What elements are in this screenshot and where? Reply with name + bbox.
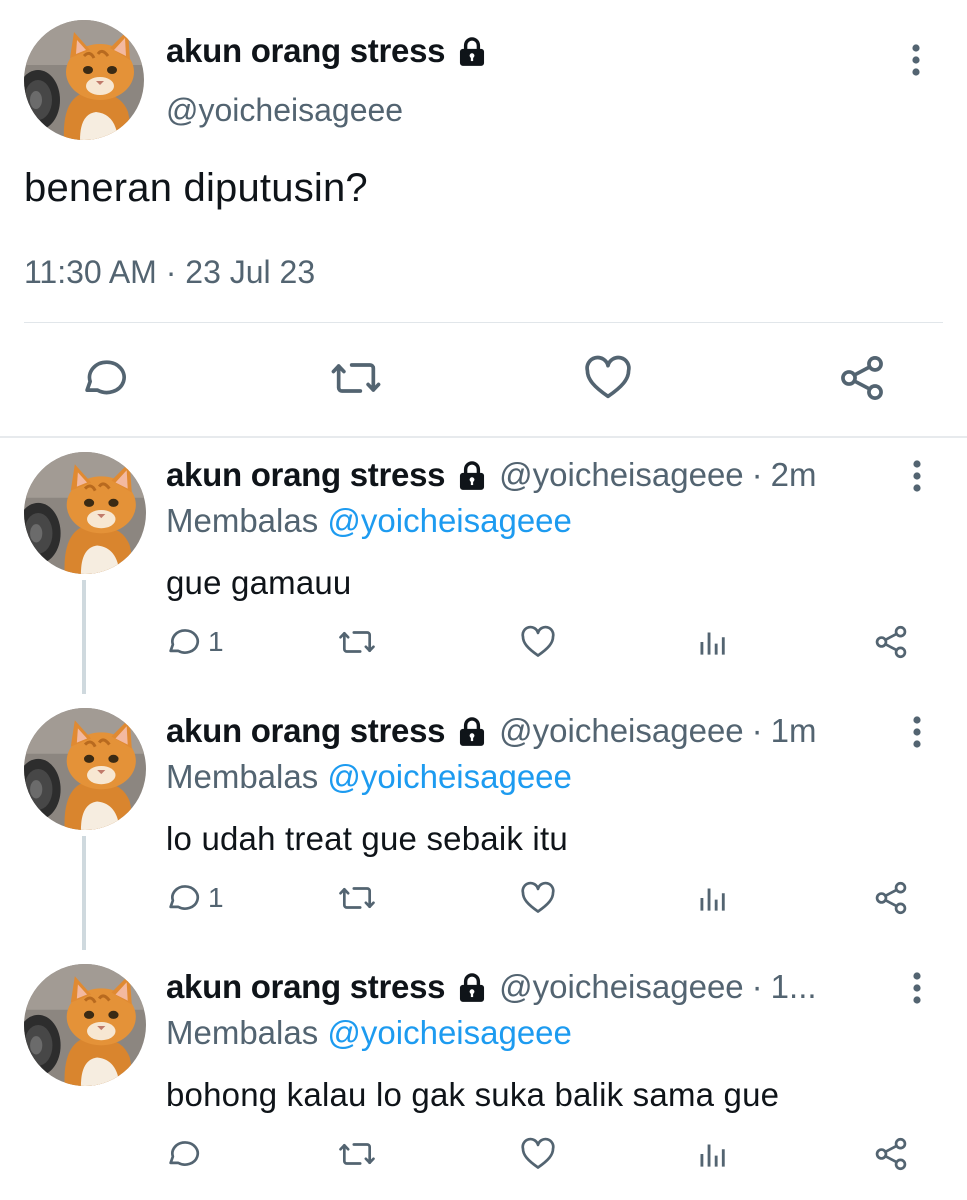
- retweet-icon: [338, 879, 376, 917]
- divider: [24, 322, 943, 323]
- display-name[interactable]: akun orang stress: [166, 456, 445, 494]
- replying-to-handle[interactable]: @yoicheisageee: [327, 758, 572, 795]
- replying-to-handle[interactable]: @yoicheisageee: [327, 1014, 572, 1051]
- reply-time[interactable]: 1...: [771, 968, 817, 1006]
- author-handle[interactable]: @yoicheisageee: [499, 456, 744, 494]
- tweet-text: beneran diputusin?: [24, 166, 368, 210]
- replying-prefix: Membalas: [166, 502, 319, 539]
- share-icon: [872, 1135, 910, 1173]
- views-button[interactable]: [694, 1134, 732, 1174]
- share-icon: [872, 879, 910, 917]
- share-icon[interactable]: [836, 352, 888, 404]
- share-icon: [872, 623, 910, 661]
- retweet-icon: [338, 623, 376, 661]
- thread-line: [82, 580, 86, 694]
- stats-icon: [694, 623, 732, 661]
- retweet-icon[interactable]: [330, 352, 382, 404]
- replying-prefix: Membalas: [166, 758, 319, 795]
- time-separator: ·: [751, 712, 763, 749]
- display-name[interactable]: akun orang stress: [166, 968, 445, 1006]
- like-icon[interactable]: [582, 352, 634, 404]
- cat-avatar-image: [24, 708, 146, 830]
- reply-icon: [164, 879, 202, 917]
- thread-line: [82, 836, 86, 950]
- stats-icon: [694, 879, 732, 917]
- time-separator: ·: [751, 456, 763, 493]
- replying-prefix: Membalas: [166, 1014, 319, 1051]
- reply-text: lo udah treat gue sebaik itu: [166, 820, 568, 857]
- lock-icon: [455, 970, 489, 1004]
- like-button[interactable]: [519, 622, 557, 662]
- reply-icon: [164, 1135, 202, 1173]
- cat-avatar-image: [24, 452, 146, 574]
- author-handle[interactable]: @yoicheisageee: [499, 712, 744, 750]
- cat-avatar-image: [24, 964, 146, 1086]
- reply-button[interactable]: 1: [164, 878, 224, 918]
- retweet-icon: [338, 1135, 376, 1173]
- reply-count: 1: [208, 882, 224, 913]
- share-button[interactable]: [872, 878, 910, 918]
- more-icon[interactable]: [906, 714, 928, 750]
- more-icon[interactable]: [906, 458, 928, 494]
- tweet-timestamp[interactable]: 11:30 AM · 23 Jul 23: [24, 254, 315, 291]
- replying-to-handle[interactable]: @yoicheisageee: [327, 502, 572, 539]
- reply-header: akun orang stress @yoicheisageee · 2m: [166, 456, 817, 494]
- lock-icon: [455, 34, 489, 68]
- like-icon: [519, 1135, 557, 1173]
- display-name[interactable]: akun orang stress: [166, 712, 445, 750]
- retweet-button[interactable]: [338, 622, 376, 662]
- reply-time[interactable]: 2m: [771, 456, 817, 494]
- lock-icon: [455, 714, 489, 748]
- reply-header: akun orang stress @yoicheisageee · 1...: [166, 968, 817, 1006]
- reply-text: bohong kalau lo gak suka balik sama gue: [166, 1076, 780, 1113]
- author-name[interactable]: akun orang stress: [166, 32, 489, 70]
- stats-icon: [694, 1135, 732, 1173]
- avatar[interactable]: [24, 708, 146, 830]
- more-icon[interactable]: [905, 42, 927, 78]
- share-button[interactable]: [872, 1134, 910, 1174]
- views-button[interactable]: [694, 622, 732, 662]
- reply-tweet[interactable]: akun orang stress @yoicheisageee · 1... …: [0, 950, 967, 1200]
- time-separator: ·: [751, 968, 763, 1005]
- like-button[interactable]: [519, 1134, 557, 1174]
- like-icon: [519, 879, 557, 917]
- like-button[interactable]: [519, 878, 557, 918]
- author-handle[interactable]: @yoicheisageee: [166, 92, 403, 129]
- avatar[interactable]: [24, 964, 146, 1086]
- retweet-button[interactable]: [338, 878, 376, 918]
- like-icon: [519, 623, 557, 661]
- retweet-button[interactable]: [338, 1134, 376, 1174]
- reply-tweet[interactable]: akun orang stress @yoicheisageee · 1m Me…: [0, 694, 967, 950]
- avatar[interactable]: [24, 20, 144, 140]
- reply-icon: [164, 623, 202, 661]
- main-tweet: akun orang stress @yoicheisageee beneran…: [0, 0, 967, 436]
- reply-header: akun orang stress @yoicheisageee · 1m: [166, 712, 817, 750]
- reply-button[interactable]: 1: [164, 622, 224, 662]
- share-button[interactable]: [872, 622, 910, 662]
- reply-time[interactable]: 1m: [771, 712, 817, 750]
- replying-to: Membalas @yoicheisageee: [166, 502, 572, 540]
- avatar[interactable]: [24, 452, 146, 574]
- views-button[interactable]: [694, 878, 732, 918]
- reply-count: 1: [208, 626, 224, 657]
- replying-to: Membalas @yoicheisageee: [166, 1014, 572, 1052]
- display-name: akun orang stress: [166, 32, 446, 69]
- reply-text: gue gamauu: [166, 564, 352, 601]
- more-icon[interactable]: [906, 970, 928, 1006]
- author-handle[interactable]: @yoicheisageee: [499, 968, 744, 1006]
- reply-icon[interactable]: [78, 352, 130, 404]
- reply-button[interactable]: [164, 1134, 208, 1174]
- lock-icon: [455, 458, 489, 492]
- replying-to: Membalas @yoicheisageee: [166, 758, 572, 796]
- cat-avatar-image: [24, 20, 144, 140]
- reply-tweet[interactable]: akun orang stress @yoicheisageee · 2m Me…: [0, 438, 967, 694]
